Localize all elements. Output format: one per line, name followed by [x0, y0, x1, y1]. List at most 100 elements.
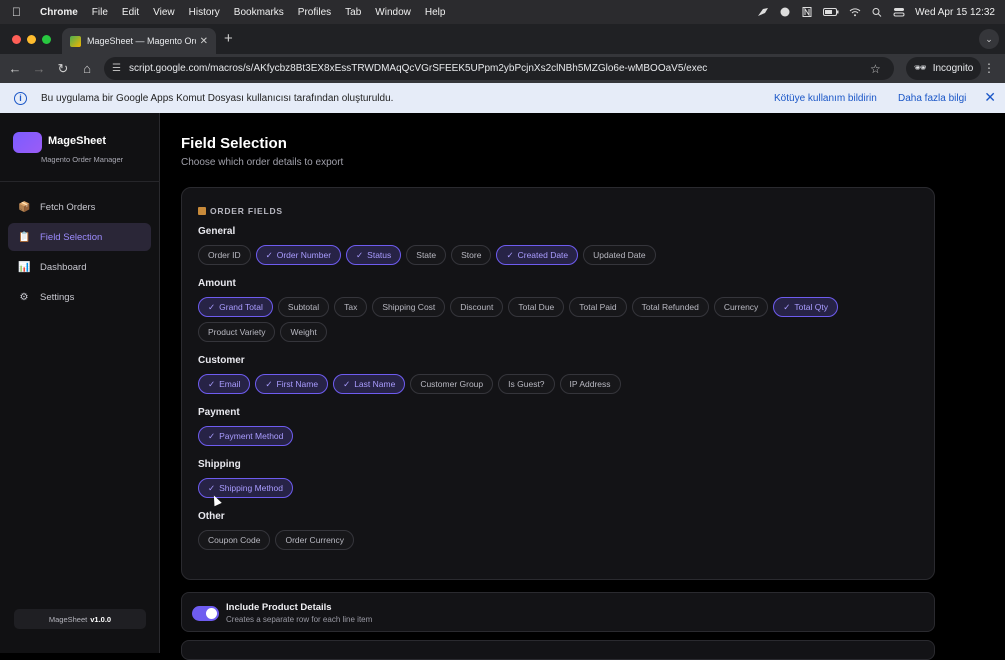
field-chip-subtotal[interactable]: Subtotal [277, 297, 330, 317]
field-chip-customer-group[interactable]: Customer Group [410, 374, 494, 394]
field-chip-weight[interactable]: Weight [280, 322, 327, 342]
close-window-button[interactable] [12, 35, 21, 44]
control-center-icon[interactable] [893, 7, 905, 17]
apple-icon[interactable]:  [12, 5, 26, 19]
menu-file[interactable]: File [92, 7, 108, 18]
menu-help[interactable]: Help [425, 7, 446, 18]
menu-bookmarks[interactable]: Bookmarks [234, 7, 284, 18]
menu-history[interactable]: History [189, 7, 220, 18]
battery-icon[interactable] [823, 7, 839, 17]
menu-edit[interactable]: Edit [122, 7, 139, 18]
report-abuse-link[interactable]: Kötüye kullanım bildirin [774, 93, 877, 104]
new-tab-icon[interactable]: + [224, 30, 233, 47]
zoom-window-button[interactable] [42, 35, 51, 44]
notion-icon[interactable] [801, 7, 813, 17]
chart-icon: 📊 [18, 261, 31, 273]
chips-amount: Grand TotalSubtotalTaxShipping CostDisco… [198, 297, 898, 342]
bookmark-star-icon[interactable]: ☆ [870, 62, 894, 76]
window-controls [12, 35, 51, 44]
forward-icon[interactable]: → [27, 61, 51, 76]
field-chip-total-qty[interactable]: Total Qty [773, 297, 838, 317]
field-chip-grand-total[interactable]: Grand Total [198, 297, 273, 317]
include-product-details-card: Include Product Details Creates a separa… [181, 592, 935, 632]
field-chip-is-guest[interactable]: Is Guest? [498, 374, 555, 394]
field-chip-discount[interactable]: Discount [450, 297, 504, 317]
field-chip-payment-method[interactable]: Payment Method [198, 426, 294, 446]
chips-payment: Payment Method [198, 426, 898, 446]
incognito-label: Incognito [932, 63, 974, 74]
learn-more-link[interactable]: Daha fazla bilgi [898, 93, 966, 104]
field-chip-email[interactable]: Email [198, 374, 251, 394]
field-chip-last-name[interactable]: Last Name [333, 374, 406, 394]
bird-icon[interactable] [757, 7, 769, 17]
sidebar-item-settings[interactable]: ⚙ Settings [8, 283, 151, 311]
field-chip-product-variety[interactable]: Product Variety [198, 322, 276, 342]
menu-view[interactable]: View [153, 7, 175, 18]
field-chip-total-paid[interactable]: Total Paid [569, 297, 627, 317]
version-number: v1.0.0 [90, 614, 112, 624]
section-heading-text: ORDER FIELDS [210, 206, 283, 216]
group-title-general: General [198, 226, 236, 237]
field-chip-ip-address[interactable]: IP Address [559, 374, 621, 394]
field-chip-updated-date[interactable]: Updated Date [583, 245, 656, 265]
field-chip-first-name[interactable]: First Name [255, 374, 329, 394]
app-root: MageSheet Magento Order Manager 📦 Fetch … [0, 113, 1005, 660]
reload-icon[interactable]: ↻ [51, 61, 75, 77]
field-chip-coupon-code[interactable]: Coupon Code [198, 530, 271, 550]
browser-menu-icon[interactable]: ⋮ [983, 61, 995, 75]
sidebar-item-field-selection[interactable]: 📋 Field Selection [8, 223, 151, 251]
incognito-icon: 🕶 [914, 63, 927, 74]
sidebar: MageSheet Magento Order Manager 📦 Fetch … [0, 113, 160, 653]
field-chip-status[interactable]: Status [346, 245, 402, 265]
apps-script-info-bar: i Bu uygulama bir Google Apps Komut Dosy… [0, 83, 1005, 113]
field-chip-tax[interactable]: Tax [334, 297, 368, 317]
page-title: Field Selection [181, 135, 287, 152]
tab-search-chevron-icon[interactable]: ⌄ [979, 29, 999, 49]
github-icon[interactable] [779, 7, 791, 17]
browser-tab-bar: MageSheet — Magento Order ✕ + ⌄ [0, 24, 1005, 54]
back-icon[interactable]: ← [3, 61, 27, 76]
menu-profiles[interactable]: Profiles [298, 7, 331, 18]
group-title-shipping: Shipping [198, 459, 241, 470]
address-bar[interactable]: ☰ script.google.com/macros/s/AKfycbz8Bt3… [104, 57, 894, 80]
toggle-title: Include Product Details [226, 602, 332, 613]
field-chip-total-due[interactable]: Total Due [508, 297, 565, 317]
chips-general: Order IDOrder NumberStatusStateStoreCrea… [198, 245, 898, 265]
spotlight-search-icon[interactable] [871, 7, 883, 17]
close-infobar-icon[interactable]: ✕ [984, 89, 996, 106]
info-message: Bu uygulama bir Google Apps Komut Dosyas… [41, 92, 394, 104]
macos-menubar:  Chrome File Edit View History Bookmark… [0, 0, 1005, 24]
chips-shipping: Shipping Method [198, 478, 898, 498]
menu-tab[interactable]: Tab [345, 7, 361, 18]
field-chip-store[interactable]: Store [451, 245, 492, 265]
wifi-icon[interactable] [849, 7, 861, 17]
sidebar-item-fetch-orders[interactable]: 📦 Fetch Orders [8, 193, 151, 221]
field-chip-currency[interactable]: Currency [713, 297, 769, 317]
menu-window[interactable]: Window [375, 7, 411, 18]
browser-toolbar: ← → ↻ ⌂ ☰ script.google.com/macros/s/AKf… [0, 54, 1005, 83]
field-chip-order-currency[interactable]: Order Currency [275, 530, 355, 550]
minimize-window-button[interactable] [27, 35, 36, 44]
close-tab-icon[interactable]: ✕ [200, 36, 208, 47]
url-text[interactable]: script.google.com/macros/s/AKfycbz8Bt3EX… [129, 63, 870, 74]
home-icon[interactable]: ⌂ [75, 61, 99, 76]
menu-app-name[interactable]: Chrome [40, 7, 78, 18]
group-title-payment: Payment [198, 407, 240, 418]
field-chip-state[interactable]: State [406, 245, 447, 265]
next-section-card [181, 640, 935, 660]
include-product-details-toggle[interactable] [192, 606, 219, 621]
field-chip-order-number[interactable]: Order Number [255, 245, 342, 265]
field-chip-order-id[interactable]: Order ID [198, 245, 251, 265]
group-title-customer: Customer [198, 355, 245, 366]
menubar-clock[interactable]: Wed Apr 15 12:32 [915, 7, 995, 18]
version-badge: MageSheet v1.0.0 [14, 609, 146, 629]
site-info-icon[interactable]: ☰ [112, 63, 121, 74]
magesheet-logo-icon [13, 132, 42, 153]
version-prefix: MageSheet [48, 614, 88, 624]
field-chip-created-date[interactable]: Created Date [496, 245, 579, 265]
field-chip-total-refunded[interactable]: Total Refunded [631, 297, 709, 317]
field-chip-shipping-cost[interactable]: Shipping Cost [372, 297, 446, 317]
browser-tab-active[interactable]: MageSheet — Magento Order ✕ [62, 28, 216, 54]
sidebar-item-dashboard[interactable]: 📊 Dashboard [8, 253, 151, 281]
incognito-badge[interactable]: 🕶 Incognito [906, 57, 982, 80]
